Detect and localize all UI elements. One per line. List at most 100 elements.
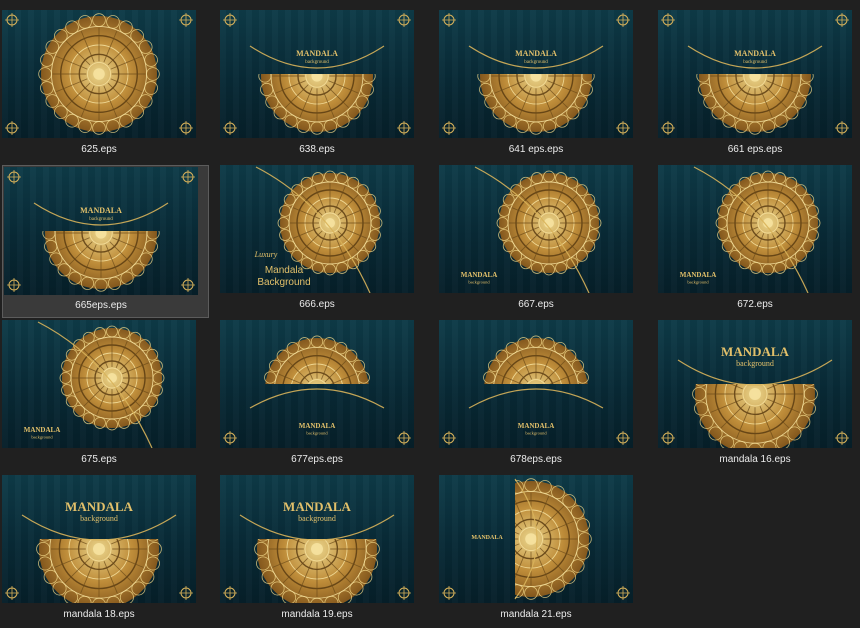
file-name: mandala 16.eps (719, 454, 791, 465)
mandala-ornament (696, 74, 814, 135)
file-thumbnail: MANDALA background (220, 475, 414, 603)
mandala-eps-thumbnail: MANDALAbackground (442, 13, 630, 135)
thumbnail-subtitle: background (89, 217, 113, 222)
mandala-eps-thumbnail: MANDALAbackground (442, 335, 630, 445)
file-thumbnail: MANDALA background (439, 165, 633, 293)
file-name: 665eps.eps (75, 300, 127, 311)
corner-ornament (397, 431, 411, 445)
thumbnail-subtitle: background (736, 359, 774, 368)
file-item[interactable]: MANDALA mandala 21.eps (439, 475, 646, 628)
corner-ornament (397, 586, 411, 600)
corner-ornament (616, 431, 630, 445)
file-name: 666.eps (299, 299, 335, 310)
file-name: 678eps.eps (510, 454, 562, 465)
mandala-ornament (277, 170, 383, 276)
file-thumbnail: MANDALA background (220, 10, 414, 138)
thumbnail-title: MANDALA (680, 271, 717, 279)
file-name: 677eps.eps (291, 454, 343, 465)
thumbnail-subtitle: background (305, 60, 329, 65)
mandala-eps-thumbnail: MANDALAbackground (24, 321, 165, 448)
corner-ornament (442, 431, 456, 445)
mandala-ornament (496, 170, 602, 276)
corner-ornament (661, 13, 675, 27)
corner-ornament (835, 121, 849, 135)
file-item[interactable]: MANDALA background mandala 18.eps (2, 475, 209, 628)
corner-ornament (442, 121, 456, 135)
thumbnail-title: MANDALA (299, 422, 336, 430)
thumbnail-title: MANDALA (24, 426, 61, 434)
file-item[interactable]: MANDALA background 677eps.eps (220, 320, 427, 473)
file-thumbnail: MANDALA background (658, 320, 852, 448)
mandala-eps-thumbnail: MANDALAbackground (661, 13, 849, 135)
corner-ornament (181, 278, 195, 292)
corner-ornament (223, 431, 237, 445)
thumbnail-title: MANDALA (518, 422, 555, 430)
file-thumbnail: MANDALA background (2, 320, 196, 448)
corner-ornament (835, 13, 849, 27)
corner-ornament (835, 431, 849, 445)
mandala-ornament (258, 74, 376, 135)
file-item[interactable]: MANDALA background 661 eps.eps (658, 10, 860, 163)
mandala-eps-thumbnail: MANDALAbackground (223, 499, 411, 603)
file-item[interactable]: MANDALA background mandala 19.eps (220, 475, 427, 628)
thumbnail-title: MANDALA (65, 499, 133, 514)
file-item[interactable]: MANDALA background 665eps.eps (2, 165, 209, 318)
file-thumbnail: MANDALA background (220, 320, 414, 448)
corner-ornament (442, 586, 456, 600)
mandala-eps-thumbnail: MANDALA background (7, 170, 195, 292)
file-item[interactable]: MANDALA background 675.eps (2, 320, 209, 473)
file-thumbnail: MANDALA background (4, 167, 198, 295)
thumbnail-subtitle: background (687, 280, 709, 285)
corner-ornament (616, 586, 630, 600)
mandala-eps-thumbnail: MANDALAbackground (5, 499, 193, 603)
file-thumbnail: MANDALA background (439, 320, 633, 448)
thumbnail-title: Background (257, 277, 310, 288)
file-item[interactable]: MANDALA background 638.eps (220, 10, 427, 163)
thumbnail-title: MANDALA (80, 206, 122, 215)
corner-ornament (179, 13, 193, 27)
corner-ornament (179, 586, 193, 600)
gold-border-line (249, 388, 385, 409)
file-thumbnail: Luxury Mandala Background (220, 165, 414, 293)
corner-ornament (5, 586, 19, 600)
thumbnail-subtitle: background (31, 435, 53, 440)
thumbnail-title: Mandala (265, 265, 304, 276)
file-name: mandala 18.eps (63, 609, 135, 620)
file-thumbnail (2, 10, 196, 138)
file-thumbnail: MANDALA background (658, 10, 852, 138)
file-grid: 625.eps MANDALA background 638.eps MANDALA ba… (0, 0, 860, 625)
corner-ornament (442, 13, 456, 27)
mandala-ornament (38, 13, 160, 135)
corner-ornament (181, 170, 195, 184)
file-name: 667.eps (518, 299, 554, 310)
thumbnail-subtitle: background (743, 60, 767, 65)
corner-ornament (179, 121, 193, 135)
thumbnail-subtitle: background (306, 431, 328, 436)
thumbnail-title: Luxury (254, 250, 278, 259)
file-item[interactable]: MANDALA background 641 eps.eps (439, 10, 646, 163)
file-item[interactable]: Luxury Mandala Background 666.eps (220, 165, 427, 318)
thumbnail-title: MANDALA (471, 535, 503, 541)
file-thumbnail: MANDALA background (439, 10, 633, 138)
thumbnail-title: MANDALA (721, 344, 789, 359)
file-item[interactable]: 625.eps (2, 10, 209, 163)
corner-ornament (397, 13, 411, 27)
file-item[interactable]: MANDALA background mandala 16.eps (658, 320, 860, 473)
file-name: mandala 19.eps (281, 609, 353, 620)
file-thumbnail: MANDALA background (2, 475, 196, 603)
file-item[interactable]: MANDALA background 672.eps (658, 165, 860, 318)
file-name: 675.eps (81, 454, 117, 465)
mandala-eps-thumbnail: MANDALAbackground (461, 166, 602, 293)
file-item[interactable]: MANDALA background 678eps.eps (439, 320, 646, 473)
mandala-ornament (715, 170, 821, 276)
mandala-eps-thumbnail: Luxury MandalaBackground (254, 166, 383, 293)
thumbnail-title: MANDALA (283, 499, 351, 514)
mandala-eps-thumbnail (5, 13, 193, 135)
corner-ornament (616, 13, 630, 27)
file-item[interactable]: MANDALA background 667.eps (439, 165, 646, 318)
thumbnail-title: MANDALA (461, 271, 498, 279)
file-thumbnail: MANDALA background (658, 165, 852, 293)
file-name: mandala 21.eps (500, 609, 572, 620)
file-name: 661 eps.eps (727, 144, 783, 155)
file-name: 625.eps (81, 144, 117, 155)
